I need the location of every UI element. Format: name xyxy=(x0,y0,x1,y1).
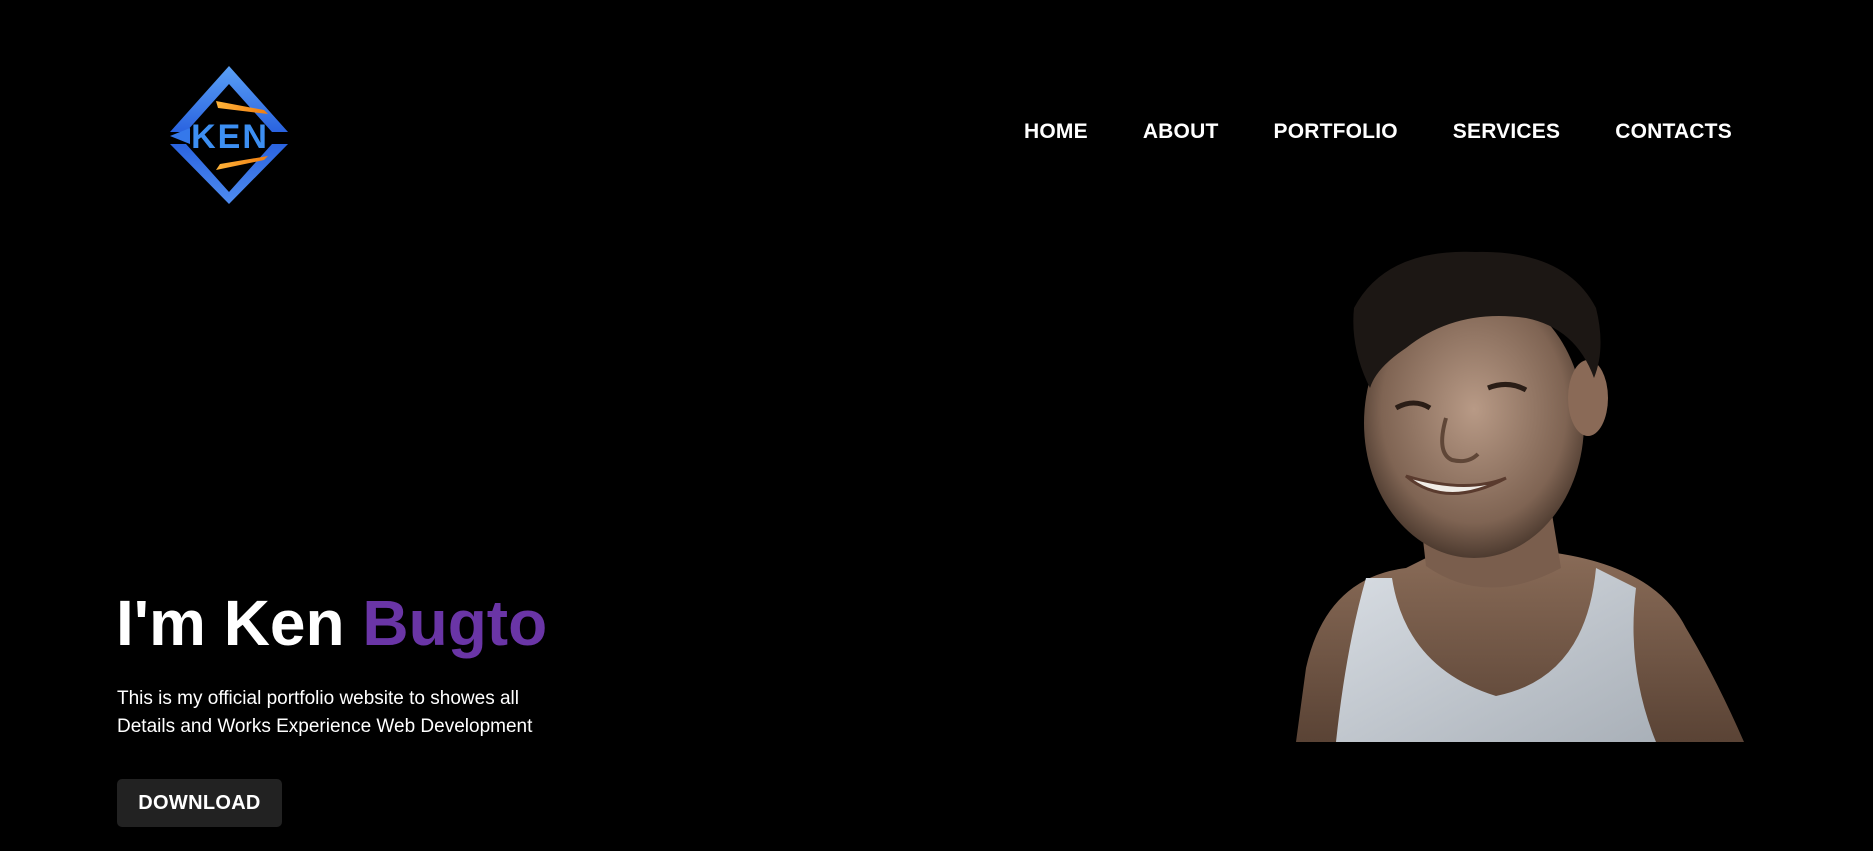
ken-logo-icon: KEN xyxy=(170,66,288,204)
main-nav: HOME ABOUT PORTFOLIO SERVICES CONTACTS xyxy=(1024,120,1732,144)
hero-description: This is my official portfolio website to… xyxy=(117,685,587,741)
nav-contacts-link[interactable]: CONTACTS xyxy=(1615,120,1732,144)
landing-page: KEN HOME ABOUT PORTFOLIO SERVICES CONTAC… xyxy=(0,0,1873,851)
nav-portfolio-link[interactable]: PORTFOLIO xyxy=(1273,120,1397,144)
hero-title-name: I'm Ken xyxy=(116,587,345,659)
logo-text: KEN xyxy=(191,118,269,156)
hero-title: I'm Ken Bugto xyxy=(116,588,547,658)
nav-about-link[interactable]: ABOUT xyxy=(1143,120,1219,144)
nav-home-link[interactable]: HOME xyxy=(1024,120,1088,144)
profile-portrait xyxy=(1296,248,1744,742)
nav-services-link[interactable]: SERVICES xyxy=(1453,120,1560,144)
hero-title-surname: Bugto xyxy=(362,587,548,659)
download-button[interactable]: DOWNLOAD xyxy=(117,779,282,827)
hero-description-line-2: Details and Works Experience Web Develop… xyxy=(117,716,533,737)
hero-description-line-1: This is my official portfolio website to… xyxy=(117,688,519,709)
ken-logo[interactable]: KEN xyxy=(168,64,290,206)
